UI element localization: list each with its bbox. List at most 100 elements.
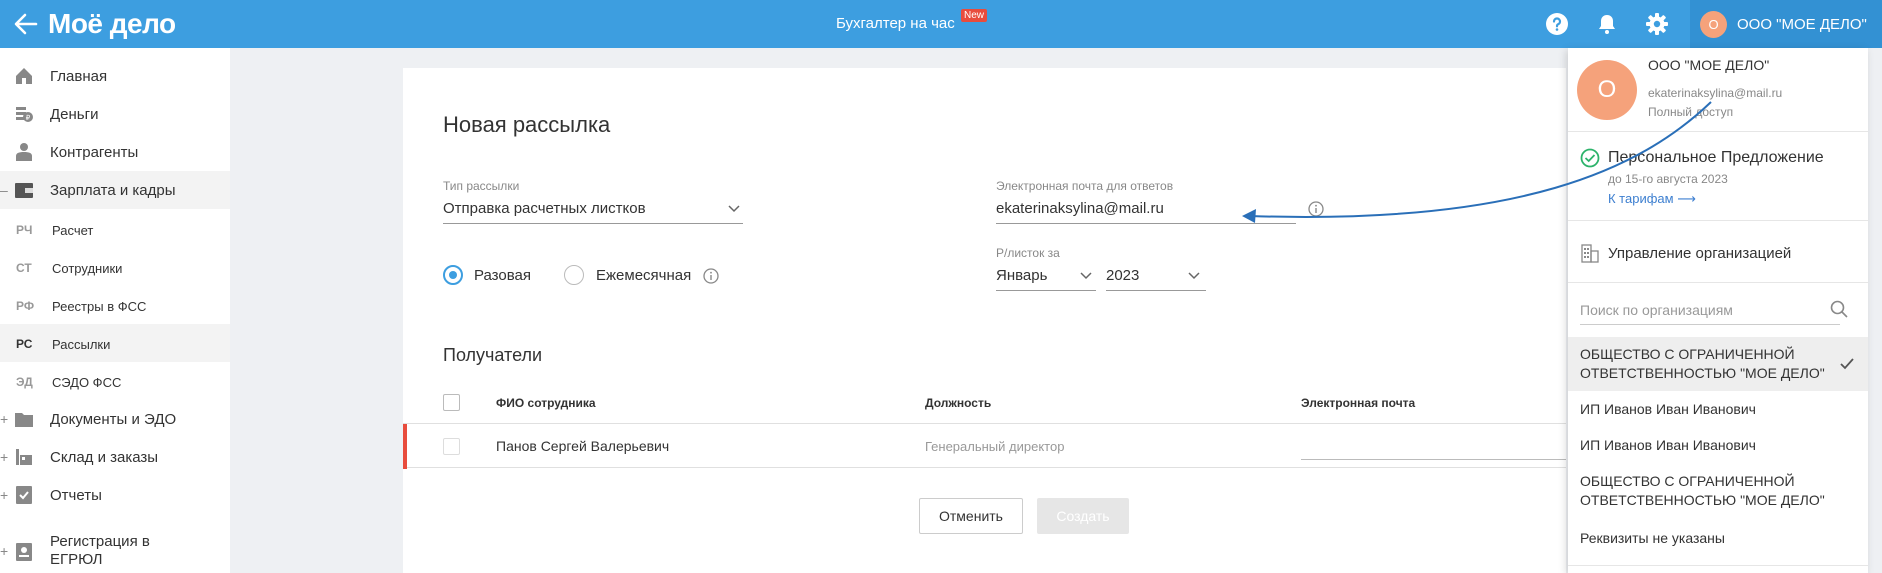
user-avatar: О [1700, 11, 1727, 38]
manage-organization-link[interactable]: Управление организацией [1608, 245, 1791, 262]
info-icon[interactable] [703, 268, 719, 284]
organization-item[interactable]: ИП Иванов Иван Иванович [1568, 436, 1868, 455]
new-badge: New [961, 9, 988, 22]
sidebar-subitem-employees[interactable]: СТ Сотрудники [0, 248, 230, 286]
user-menu-button[interactable]: О ООО "МОЕ ДЕЛО" [1690, 0, 1882, 48]
radio-once[interactable] [443, 265, 463, 285]
expand-marker: + [0, 487, 9, 503]
svg-text:₽: ₽ [26, 114, 31, 122]
create-button[interactable]: Создать [1037, 498, 1129, 534]
table-row[interactable]: Панов Сергей Валерьевич Генеральный дире… [403, 423, 1566, 469]
expand-marker: + [0, 449, 9, 465]
tariffs-link[interactable]: К тарифам ⟶ [1608, 191, 1696, 207]
bell-icon[interactable] [1595, 12, 1619, 36]
cancel-button[interactable]: Отменить [919, 498, 1023, 534]
subitem-label: СЭДО ФСС [52, 375, 122, 390]
column-header-position[interactable]: Должность [925, 396, 991, 410]
select-underline [1106, 290, 1206, 291]
sidebar-item-documents[interactable]: + Документы и ЭДО [0, 400, 230, 438]
check-circle-icon [1580, 148, 1600, 168]
mailing-type-label: Тип рассылки [443, 179, 520, 193]
organization-name: ИП Иванов Иван Иванович [1580, 437, 1756, 453]
chevron-down-icon [1188, 272, 1200, 280]
personal-offer-title: Персональное Предложение [1608, 149, 1824, 166]
sidebar-subitem-mailings[interactable]: РС Рассылки [0, 324, 230, 362]
organization-item[interactable]: ИП Иванов Иван Иванович [1568, 400, 1868, 419]
logo[interactable]: Моё дело [48, 8, 176, 40]
dropdown-avatar: О [1577, 60, 1637, 120]
organization-name: Реквизиты не указаны [1580, 530, 1725, 546]
account-dropdown: О ООО "МОЕ ДЕЛО" ekaterinaksylina@mail.r… [1568, 48, 1868, 573]
subitem-abbr: РФ [16, 299, 35, 313]
radio-once-label[interactable]: Разовая [474, 267, 531, 284]
radio-monthly-label[interactable]: Ежемесячная [596, 267, 691, 284]
divider [1568, 131, 1868, 132]
user-name: ООО "МОЕ ДЕЛО" [1737, 16, 1867, 33]
home-icon [16, 68, 32, 84]
organization-item[interactable]: ОБЩЕСТВО С ОГРАНИЧЕННОЙ ОТВЕТСТВЕННОСТЬЮ… [1568, 472, 1868, 510]
subitem-label: Расчет [52, 223, 94, 238]
column-header-name[interactable]: ФИО сотрудника [496, 396, 596, 410]
accountant-per-hour-link[interactable]: Бухгалтер на час [836, 15, 955, 32]
gear-icon[interactable] [1645, 12, 1669, 36]
radio-monthly[interactable] [564, 265, 584, 285]
sidebar-subitem-fss-registers[interactable]: РФ Реестры в ФСС [0, 286, 230, 324]
sidebar-item-label: Контрагенты [50, 144, 139, 161]
divider [1568, 282, 1868, 283]
top-header: Моё дело Бухгалтер на час New О ООО "МОЕ… [0, 0, 1882, 48]
sidebar-item-warehouse[interactable]: + Склад и заказы [0, 438, 230, 476]
back-arrow-icon[interactable] [12, 10, 40, 38]
sidebar-item-money[interactable]: ₽ Деньги [0, 95, 230, 133]
reply-email-value: ekaterinaksylina@mail.ru [996, 200, 1164, 217]
organization-item[interactable]: Реквизиты не указаны [1568, 529, 1868, 548]
employee-email-input[interactable] [1301, 432, 1566, 460]
divider [1568, 565, 1868, 566]
sidebar-item-label: Склад и заказы [50, 449, 159, 466]
select-all-checkbox[interactable] [443, 394, 460, 411]
chevron-down-icon [1080, 272, 1092, 280]
input-underline [996, 223, 1296, 224]
search-icon[interactable] [1830, 300, 1848, 318]
sidebar-item-contractors[interactable]: Контрагенты [0, 133, 230, 171]
organization-item-selected[interactable]: ОБЩЕСТВО С ОГРАНИЧЕННОЙ ОТВЕТСТВЕННОСТЬЮ… [1568, 337, 1868, 391]
wallet-icon [15, 183, 33, 198]
sidebar-item-salary[interactable]: – Зарплата и кадры [0, 171, 230, 209]
organization-name: ОБЩЕСТВО С ОГРАНИЧЕННОЙ ОТВЕТСТВЕННОСТЬЮ… [1580, 473, 1825, 508]
folder-icon [15, 413, 33, 427]
expand-marker: + [0, 543, 9, 559]
subitem-abbr: РС [16, 337, 33, 351]
employee-name: Панов Сергей Валерьевич [496, 438, 670, 454]
warehouse-icon [16, 449, 32, 465]
select-underline [443, 223, 743, 224]
dropdown-email: ekaterinaksylina@mail.ru [1648, 86, 1783, 100]
payslip-period-label: Р/листок за [996, 246, 1060, 260]
dropdown-org-name: ООО "МОЕ ДЕЛО" [1648, 57, 1770, 73]
sidebar-item-label: Зарплата и кадры [50, 182, 176, 199]
money-icon: ₽ [16, 107, 33, 122]
subitem-label: Сотрудники [52, 261, 123, 276]
row-checkbox[interactable] [443, 438, 460, 455]
organization-name: ОБЩЕСТВО С ОГРАНИЧЕННОЙ ОТВЕТСТВЕННОСТЬЮ… [1580, 346, 1825, 381]
subitem-abbr: СТ [16, 261, 32, 275]
sidebar-item-label: Отчеты [50, 487, 102, 504]
subitem-label: Рассылки [52, 337, 111, 352]
mailing-type-value: Отправка расчетных листков [443, 200, 646, 217]
buildings-icon [1581, 244, 1599, 263]
organization-search-input[interactable] [1580, 295, 1840, 325]
sidebar-item-reports[interactable]: + Отчеты [0, 476, 230, 514]
help-icon[interactable] [1545, 12, 1569, 36]
expand-marker: + [0, 411, 9, 427]
sidebar-subitem-calc[interactable]: РЧ Расчет [0, 210, 230, 248]
dropdown-access-level: Полный доступ [1648, 105, 1734, 119]
reply-email-label: Электронная почта для ответов [996, 179, 1174, 193]
sidebar-item-registration[interactable]: + Регистрация в ЕГРЮЛ [0, 530, 230, 573]
sidebar-item-home[interactable]: Главная [0, 57, 230, 95]
sidebar-item-label: Регистрация в ЕГРЮЛ [50, 533, 150, 568]
sidebar-item-label: Документы и ЭДО [50, 411, 177, 428]
subitem-abbr: ЭД [16, 375, 33, 389]
month-value: Январь [996, 267, 1048, 284]
column-header-email[interactable]: Электронная почта [1301, 396, 1415, 410]
info-icon[interactable] [1308, 201, 1324, 217]
sidebar-subitem-sedo[interactable]: ЭД СЭДО ФСС [0, 362, 230, 400]
employee-position: Генеральный директор [925, 439, 1065, 454]
